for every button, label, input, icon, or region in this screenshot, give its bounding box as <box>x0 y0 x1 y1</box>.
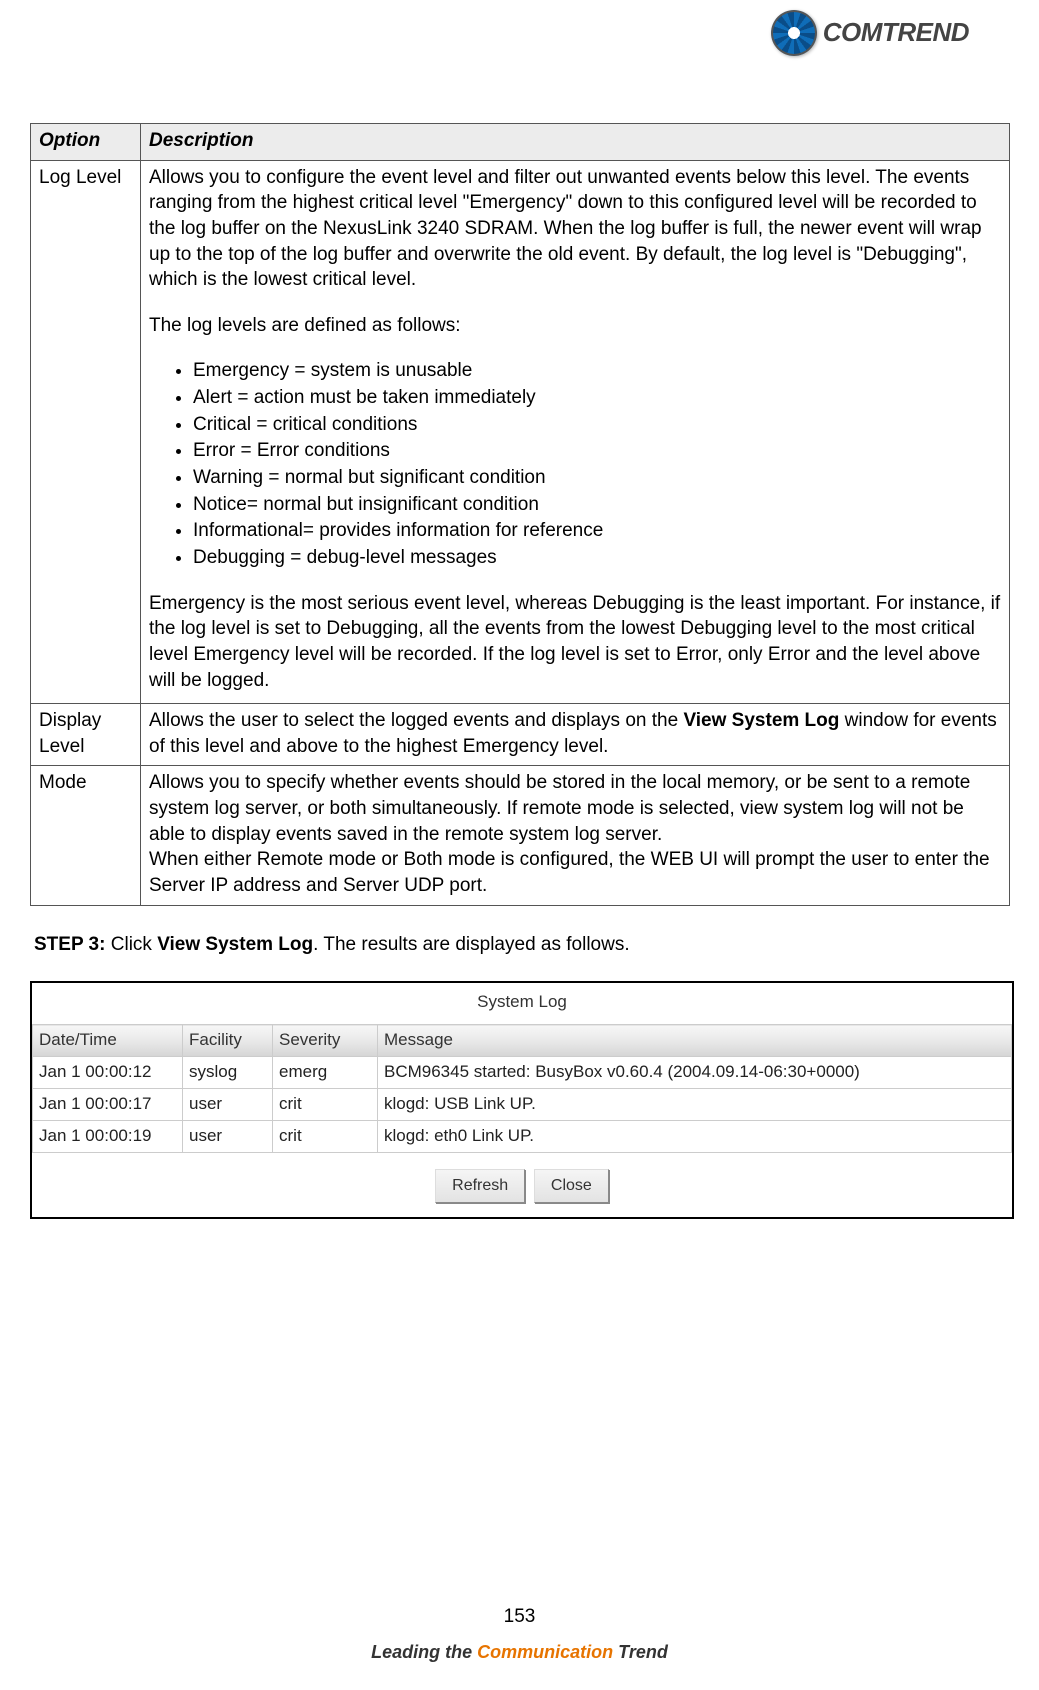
close-button[interactable]: Close <box>534 1169 609 1203</box>
col-datetime: Date/Time <box>33 1025 183 1057</box>
refresh-button[interactable]: Refresh <box>435 1169 525 1203</box>
list-item: Notice= normal but insignificant conditi… <box>193 492 1001 518</box>
table-row: Jan 1 00:00:17 user crit klogd: USB Link… <box>33 1089 1012 1121</box>
tagline: Leading the Communication Trend <box>0 1640 1039 1664</box>
system-log-buttons: Refresh Close <box>32 1153 1012 1207</box>
cell-fac: user <box>183 1089 273 1121</box>
cell-msg: BCM96345 started: BusyBox v0.60.4 (2004.… <box>378 1057 1012 1089</box>
page-number: 153 <box>0 1604 1039 1630</box>
cell-description: Allows you to specify whether events sho… <box>141 766 1010 905</box>
list-item: Alert = action must be taken immediately <box>193 385 1001 411</box>
cell-option: Mode <box>31 766 141 905</box>
cell-dt: Jan 1 00:00:17 <box>33 1089 183 1121</box>
list-item: Debugging = debug-level messages <box>193 545 1001 571</box>
cell-msg: klogd: eth0 Link UP. <box>378 1121 1012 1153</box>
bold-text: View System Log <box>683 710 839 731</box>
mode-p2: When either Remote mode or Both mode is … <box>149 849 990 896</box>
list-item: Informational= provides information for … <box>193 518 1001 544</box>
globe-icon <box>771 10 817 56</box>
cell-option: Log Level <box>31 160 141 704</box>
cell-fac: user <box>183 1121 273 1153</box>
system-log-title: System Log <box>32 983 1012 1024</box>
step3: STEP 3: Click View System Log. The resul… <box>34 932 1009 958</box>
cell-fac: syslog <box>183 1057 273 1089</box>
text: Trend <box>613 1642 668 1662</box>
row-log-level: Log Level Allows you to configure the ev… <box>31 160 1010 704</box>
cell-description: Allows the user to select the logged eve… <box>141 704 1010 766</box>
brand-logo: COMTREND <box>771 10 969 56</box>
page-footer: 153 Leading the Communication Trend <box>0 1604 1039 1664</box>
text: Click <box>105 934 157 955</box>
table-header-row: Option Description <box>31 124 1010 161</box>
log-level-p3: Emergency is the most serious event leve… <box>149 591 1001 694</box>
options-table: Option Description Log Level Allows you … <box>30 123 1010 906</box>
col-severity: Severity <box>273 1025 378 1057</box>
log-levels-list: Emergency = system is unusable Alert = a… <box>149 358 1001 570</box>
header-option: Option <box>31 124 141 161</box>
cell-sev: emerg <box>273 1057 378 1089</box>
page-header: COMTREND <box>30 0 1009 95</box>
document-page: COMTREND Option Description Log Level Al… <box>0 0 1039 1690</box>
system-log-table: Date/Time Facility Severity Message Jan … <box>32 1024 1012 1153</box>
step-label: STEP 3: <box>34 934 105 955</box>
text: Allows the user to select the logged eve… <box>149 710 683 731</box>
col-message: Message <box>378 1025 1012 1057</box>
bold-text: View System Log <box>157 934 313 955</box>
log-level-p2: The log levels are defined as follows: <box>149 313 1001 339</box>
row-display-level: Display Level Allows the user to select … <box>31 704 1010 766</box>
list-item: Critical = critical conditions <box>193 412 1001 438</box>
cell-msg: klogd: USB Link UP. <box>378 1089 1012 1121</box>
log-level-p1: Allows you to configure the event level … <box>149 165 1001 293</box>
cell-description: Allows you to configure the event level … <box>141 160 1010 704</box>
text: . The results are displayed as follows. <box>313 934 629 955</box>
cell-option: Display Level <box>31 704 141 766</box>
text: Leading the <box>371 1642 477 1662</box>
list-item: Warning = normal but significant conditi… <box>193 465 1001 491</box>
table-row: Jan 1 00:00:19 user crit klogd: eth0 Lin… <box>33 1121 1012 1153</box>
col-facility: Facility <box>183 1025 273 1057</box>
cell-sev: crit <box>273 1089 378 1121</box>
mode-p1: Allows you to specify whether events sho… <box>149 772 970 844</box>
row-mode: Mode Allows you to specify whether event… <box>31 766 1010 905</box>
table-row: Jan 1 00:00:12 syslog emerg BCM96345 sta… <box>33 1057 1012 1089</box>
list-item: Error = Error conditions <box>193 438 1001 464</box>
brand-name: COMTREND <box>823 15 969 50</box>
table-header-row: Date/Time Facility Severity Message <box>33 1025 1012 1057</box>
system-log-panel: System Log Date/Time Facility Severity M… <box>30 981 1014 1218</box>
cell-sev: crit <box>273 1121 378 1153</box>
cell-dt: Jan 1 00:00:12 <box>33 1057 183 1089</box>
tagline-highlight: Communication <box>477 1642 613 1662</box>
header-description: Description <box>141 124 1010 161</box>
cell-dt: Jan 1 00:00:19 <box>33 1121 183 1153</box>
list-item: Emergency = system is unusable <box>193 358 1001 384</box>
